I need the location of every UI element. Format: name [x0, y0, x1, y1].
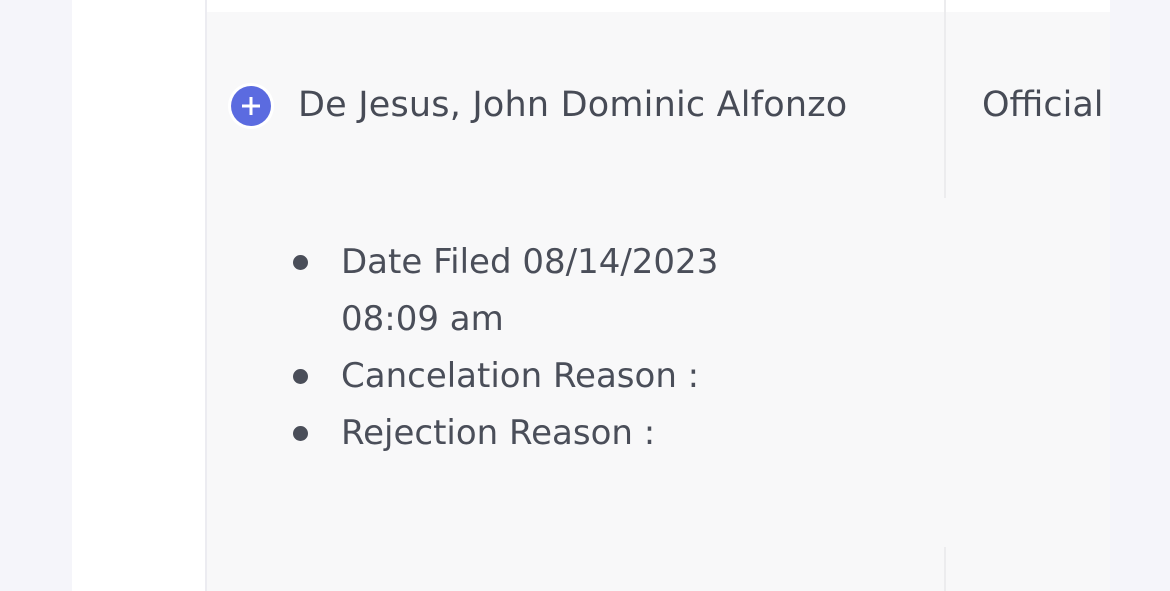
date-filed-time: 08:09 am: [341, 299, 504, 339]
records-table: De Jesus, John Dominic Alfonzo Official …: [205, 0, 1110, 591]
bullet: [293, 255, 308, 270]
column-divider: [944, 0, 946, 198]
content-card: De Jesus, John Dominic Alfonzo Official …: [72, 0, 1110, 591]
row-expand-button[interactable]: [228, 83, 274, 129]
cancelation-reason-item: Cancelation Reason :: [289, 348, 849, 405]
bullet: [293, 369, 308, 384]
column-divider: [944, 547, 946, 591]
bullet: [293, 426, 308, 441]
row-details-list: Date Filed 08/14/2023 08:09 am Cancelati…: [289, 234, 849, 462]
rejection-reason-item: Rejection Reason :: [289, 405, 849, 462]
date-filed-item: Date Filed 08/14/2023 08:09 am: [289, 234, 849, 348]
date-filed-label: Date Filed 08/14/2023: [341, 242, 719, 282]
type-cell: Official: [982, 85, 1104, 125]
employee-name-cell: De Jesus, John Dominic Alfonzo: [298, 85, 848, 125]
rejection-reason-label: Rejection Reason :: [341, 413, 656, 453]
cancelation-reason-label: Cancelation Reason :: [341, 356, 700, 396]
previous-row-edge: [207, 0, 1110, 12]
plus-icon: [231, 86, 271, 126]
